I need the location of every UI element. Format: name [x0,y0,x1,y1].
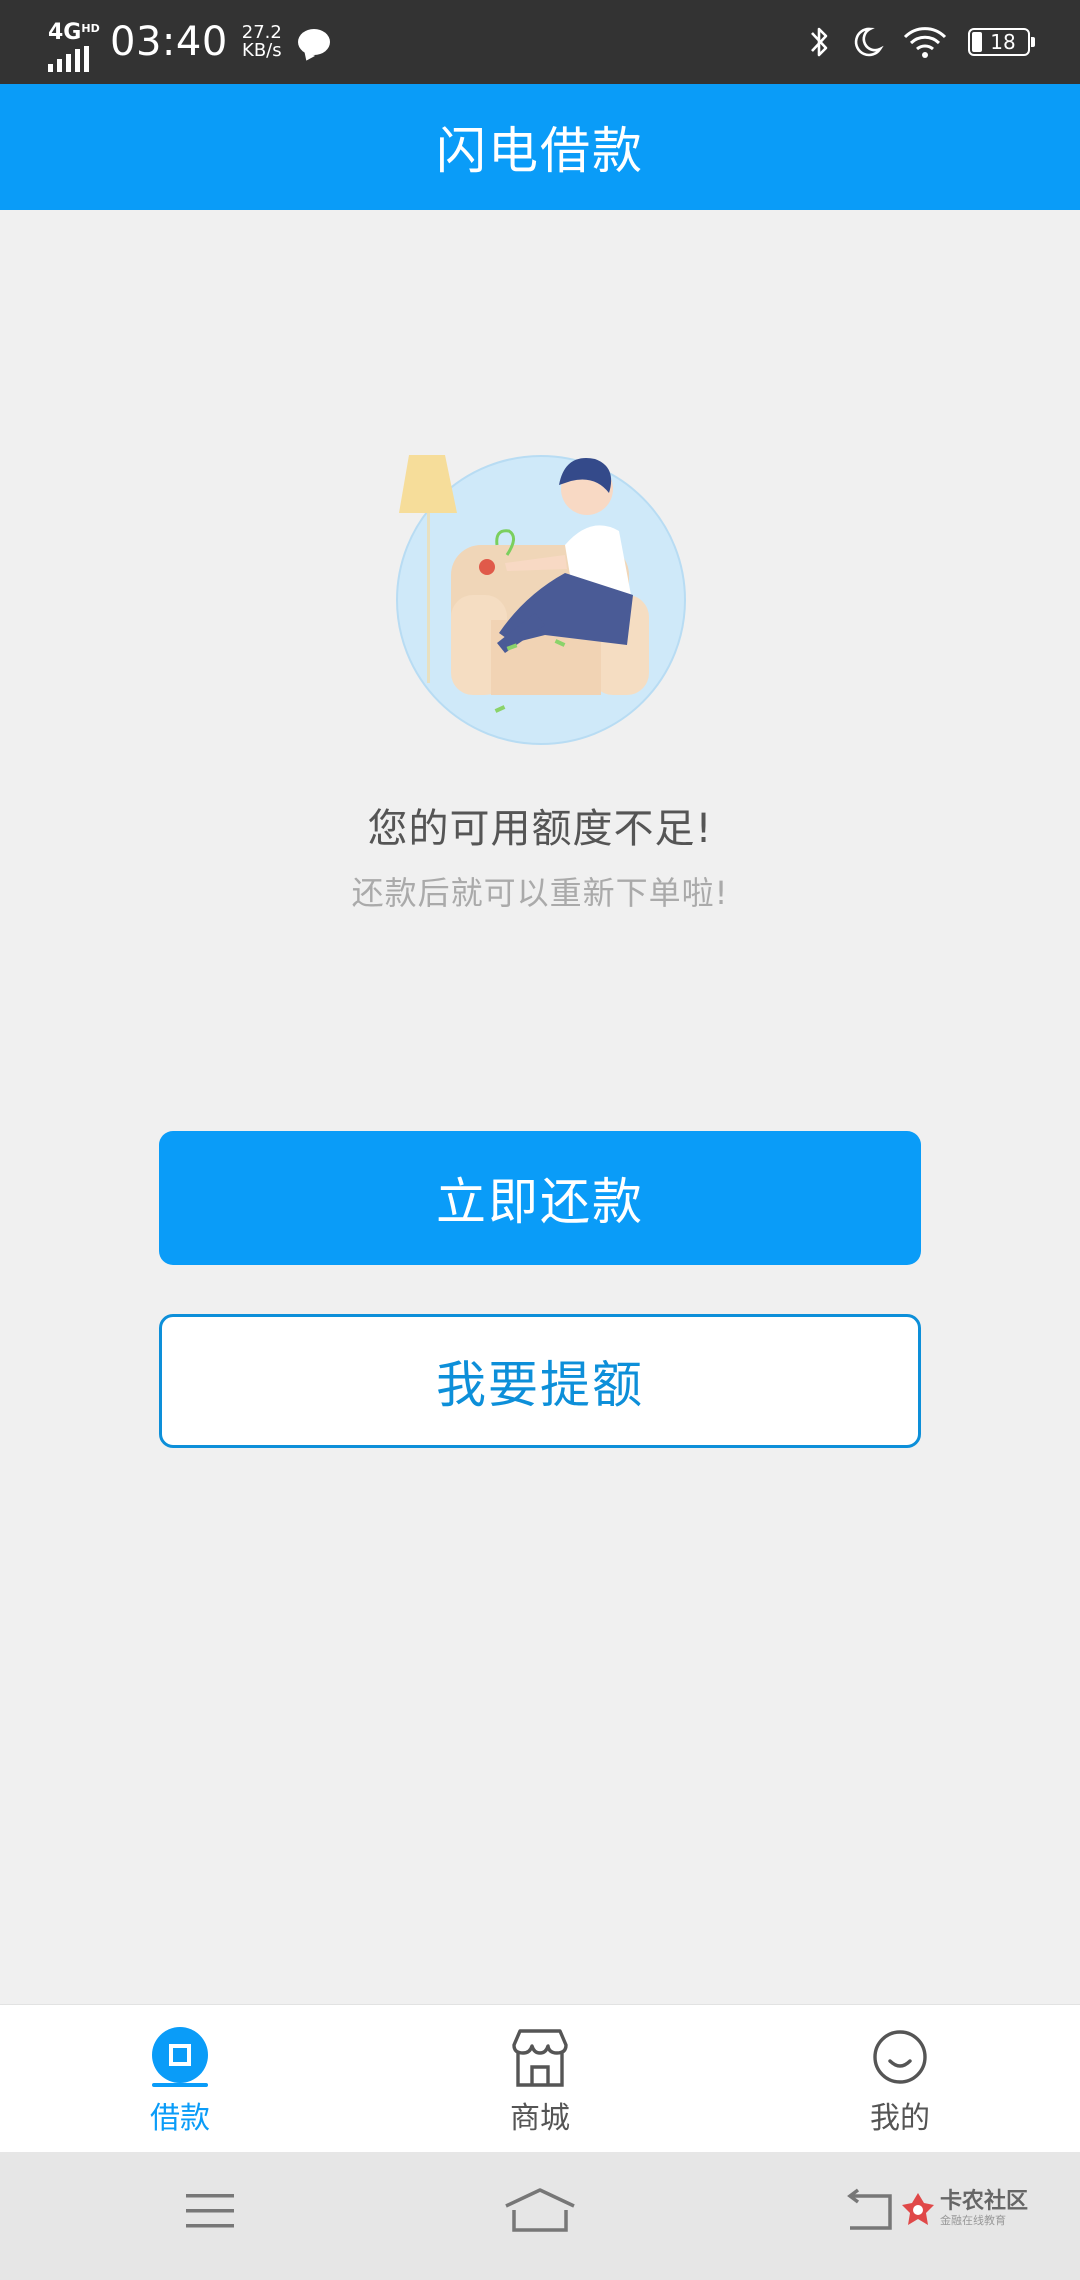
watermark-logo-icon [902,2193,934,2225]
loan-icon [152,2027,208,2087]
message-notification-icon [297,29,330,55]
menu-icon[interactable] [184,2186,236,2236]
tab-store[interactable]: 商城 [360,2005,720,2153]
battery-level: 18 [990,30,1016,54]
bluetooth-icon [811,27,828,57]
repay-now-button[interactable]: 立即还款 [159,1131,921,1265]
wifi-icon [903,27,947,58]
status-time: 03:40 [110,19,228,65]
status-right: 18 [788,0,1035,84]
raise-limit-button[interactable]: 我要提额 [159,1314,921,1448]
person-on-sofa-illustration [396,455,686,745]
app-header: 闪电借款 [0,84,1080,210]
battery-fill [972,32,982,52]
tab-profile-label: 我的 [870,2101,930,2136]
network-type: 4G [48,20,82,45]
home-icon[interactable] [504,2186,576,2236]
back-icon[interactable] [842,2186,894,2236]
status-bar: 4G HD 03:40 27.2 KB/s 18 [0,0,1080,84]
network-hd: HD [81,22,100,35]
repay-hint-message: 还款后就可以重新下单啦! [351,874,729,912]
speed-unit: KB/s [242,40,282,61]
moon-icon [854,27,884,57]
tab-loan-label: 借款 [150,2101,210,2136]
page-title: 闪电借款 [436,122,644,180]
tab-profile[interactable]: 我的 [720,2005,1080,2153]
insufficient-limit-message: 您的可用额度不足! [367,806,713,852]
watermark: 卡农社区 金融在线教育 [900,2190,1028,2228]
profile-icon [873,2030,927,2084]
signal-indicator: 4G HD [44,12,100,72]
tab-loan[interactable]: 借款 [0,2005,360,2153]
system-navigation-bar: 卡农社区 金融在线教育 [0,2152,1080,2280]
network-speed: 27.2 KB/s [242,24,282,60]
watermark-subtitle: 金融在线教育 [940,2214,1006,2227]
tab-store-label: 商城 [510,2101,570,2136]
bottom-tab-bar: 借款 商城 我的 [0,2004,1080,2153]
store-icon [512,2029,568,2087]
battery-indicator: 18 [968,28,1035,56]
watermark-title: 卡农社区 [940,2189,1029,2214]
status-left: 4G HD 03:40 27.2 KB/s [44,0,330,84]
watermark-text: 卡农社区 金融在线教育 [940,2190,1028,2228]
signal-icon [48,46,89,72]
